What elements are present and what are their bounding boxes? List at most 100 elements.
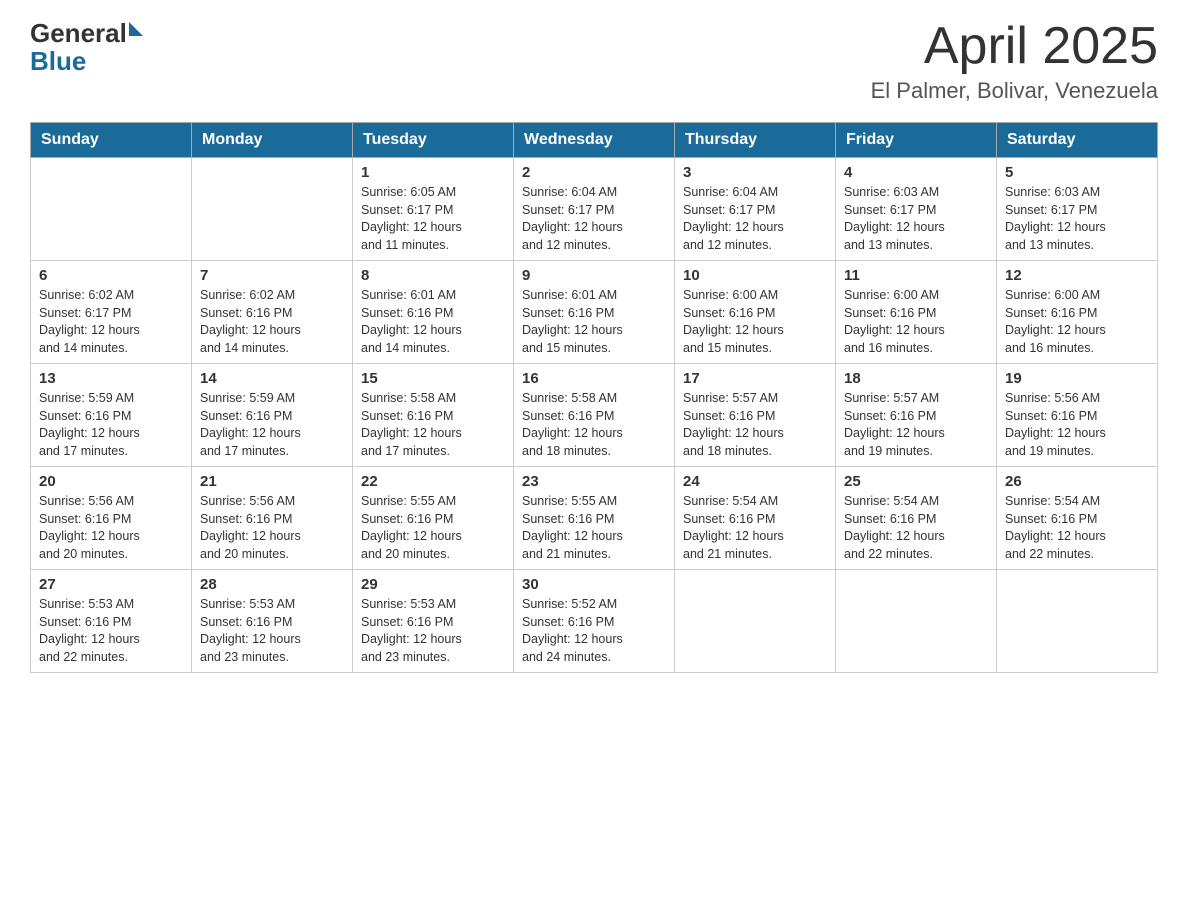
calendar-week-row: 27 Sunrise: 5:53 AM Sunset: 6:16 PM Dayli… <box>31 570 1158 673</box>
table-row: 13 Sunrise: 5:59 AM Sunset: 6:16 PM Dayli… <box>31 364 192 467</box>
calendar-week-row: 20Sunrise: 5:56 AM Sunset: 6:16 PM Dayli… <box>31 467 1158 570</box>
col-friday: Friday <box>836 123 997 158</box>
table-row: 16 Sunrise: 5:58 AM Sunset: 6:16 PM Dayli… <box>514 364 675 467</box>
day-info: Sunrise: 5:55 AM Sunset: 6:16 PM Dayligh… <box>361 493 505 563</box>
day-number: 20 <box>39 473 183 490</box>
table-row: 20Sunrise: 5:56 AM Sunset: 6:16 PM Dayli… <box>31 467 192 570</box>
table-row: 4 Sunrise: 6:03 AM Sunset: 6:17 PM Daylig… <box>836 158 997 261</box>
day-number: 21 <box>200 473 344 490</box>
table-row: 6 Sunrise: 6:02 AM Sunset: 6:17 PM Daylig… <box>31 261 192 364</box>
day-number: 5 <box>1005 164 1149 181</box>
day-info: Sunrise: 5:58 AM Sunset: 6:16 PM Dayligh… <box>361 390 505 460</box>
logo: General Blue <box>30 20 143 74</box>
day-info: Sunrise: 6:00 AM Sunset: 6:16 PM Dayligh… <box>844 287 988 357</box>
col-saturday: Saturday <box>997 123 1158 158</box>
day-number: 6 <box>39 267 183 284</box>
day-number: 1 <box>361 164 505 181</box>
day-info: Sunrise: 5:53 AM Sunset: 6:16 PM Dayligh… <box>200 596 344 666</box>
calendar-location: El Palmer, Bolivar, Venezuela <box>871 78 1158 104</box>
day-number: 13 <box>39 370 183 387</box>
day-info: Sunrise: 6:05 AM Sunset: 6:17 PM Dayligh… <box>361 184 505 254</box>
calendar-title-block: April 2025 El Palmer, Bolivar, Venezuela <box>871 20 1158 104</box>
day-number: 16 <box>522 370 666 387</box>
day-info: Sunrise: 5:59 AM Sunset: 6:16 PM Dayligh… <box>200 390 344 460</box>
table-row: 10 Sunrise: 6:00 AM Sunset: 6:16 PM Dayli… <box>675 261 836 364</box>
day-info: Sunrise: 5:52 AM Sunset: 6:16 PM Dayligh… <box>522 596 666 666</box>
table-row: 29 Sunrise: 5:53 AM Sunset: 6:16 PM Dayli… <box>353 570 514 673</box>
table-row <box>31 158 192 261</box>
day-info: Sunrise: 6:01 AM Sunset: 6:16 PM Dayligh… <box>522 287 666 357</box>
day-number: 17 <box>683 370 827 387</box>
day-number: 29 <box>361 576 505 593</box>
day-info: Sunrise: 5:58 AM Sunset: 6:16 PM Dayligh… <box>522 390 666 460</box>
day-number: 12 <box>1005 267 1149 284</box>
day-info: Sunrise: 5:53 AM Sunset: 6:16 PM Dayligh… <box>361 596 505 666</box>
table-row: 12 Sunrise: 6:00 AM Sunset: 6:16 PM Dayli… <box>997 261 1158 364</box>
day-info: Sunrise: 5:54 AM Sunset: 6:16 PM Dayligh… <box>1005 493 1149 563</box>
day-number: 30 <box>522 576 666 593</box>
table-row: 23Sunrise: 5:55 AM Sunset: 6:16 PM Dayli… <box>514 467 675 570</box>
table-row <box>836 570 997 673</box>
table-row: 1 Sunrise: 6:05 AM Sunset: 6:17 PM Daylig… <box>353 158 514 261</box>
table-row: 21Sunrise: 5:56 AM Sunset: 6:16 PM Dayli… <box>192 467 353 570</box>
day-info: Sunrise: 5:56 AM Sunset: 6:16 PM Dayligh… <box>1005 390 1149 460</box>
day-info: Sunrise: 6:03 AM Sunset: 6:17 PM Dayligh… <box>844 184 988 254</box>
logo-blue-text: Blue <box>30 48 143 74</box>
col-monday: Monday <box>192 123 353 158</box>
table-row: 14Sunrise: 5:59 AM Sunset: 6:16 PM Dayli… <box>192 364 353 467</box>
day-number: 19 <box>1005 370 1149 387</box>
day-number: 18 <box>844 370 988 387</box>
day-number: 26 <box>1005 473 1149 490</box>
table-row: 5Sunrise: 6:03 AM Sunset: 6:17 PM Daylig… <box>997 158 1158 261</box>
day-number: 24 <box>683 473 827 490</box>
day-number: 15 <box>361 370 505 387</box>
day-number: 2 <box>522 164 666 181</box>
day-number: 23 <box>522 473 666 490</box>
day-info: Sunrise: 6:02 AM Sunset: 6:17 PM Dayligh… <box>39 287 183 357</box>
day-info: Sunrise: 6:00 AM Sunset: 6:16 PM Dayligh… <box>1005 287 1149 357</box>
day-number: 10 <box>683 267 827 284</box>
day-number: 9 <box>522 267 666 284</box>
calendar-week-row: 1 Sunrise: 6:05 AM Sunset: 6:17 PM Daylig… <box>31 158 1158 261</box>
table-row: 27 Sunrise: 5:53 AM Sunset: 6:16 PM Dayli… <box>31 570 192 673</box>
calendar-week-row: 13 Sunrise: 5:59 AM Sunset: 6:16 PM Dayli… <box>31 364 1158 467</box>
day-info: Sunrise: 5:57 AM Sunset: 6:16 PM Dayligh… <box>844 390 988 460</box>
day-number: 4 <box>844 164 988 181</box>
day-info: Sunrise: 6:04 AM Sunset: 6:17 PM Dayligh… <box>683 184 827 254</box>
table-row <box>675 570 836 673</box>
table-row: 25 Sunrise: 5:54 AM Sunset: 6:16 PM Dayli… <box>836 467 997 570</box>
day-number: 22 <box>361 473 505 490</box>
day-number: 3 <box>683 164 827 181</box>
col-tuesday: Tuesday <box>353 123 514 158</box>
day-info: Sunrise: 6:01 AM Sunset: 6:16 PM Dayligh… <box>361 287 505 357</box>
logo-general-text: General <box>30 20 127 46</box>
calendar-header-row: Sunday Monday Tuesday Wednesday Thursday… <box>31 123 1158 158</box>
day-info: Sunrise: 6:02 AM Sunset: 6:16 PM Dayligh… <box>200 287 344 357</box>
day-number: 8 <box>361 267 505 284</box>
day-number: 28 <box>200 576 344 593</box>
day-info: Sunrise: 5:59 AM Sunset: 6:16 PM Dayligh… <box>39 390 183 460</box>
day-info: Sunrise: 5:54 AM Sunset: 6:16 PM Dayligh… <box>683 493 827 563</box>
day-number: 27 <box>39 576 183 593</box>
table-row: 28 Sunrise: 5:53 AM Sunset: 6:16 PM Dayli… <box>192 570 353 673</box>
day-number: 11 <box>844 267 988 284</box>
table-row <box>192 158 353 261</box>
table-row: 11 Sunrise: 6:00 AM Sunset: 6:16 PM Dayli… <box>836 261 997 364</box>
day-info: Sunrise: 5:54 AM Sunset: 6:16 PM Dayligh… <box>844 493 988 563</box>
table-row: 26 Sunrise: 5:54 AM Sunset: 6:16 PM Dayli… <box>997 467 1158 570</box>
calendar-week-row: 6 Sunrise: 6:02 AM Sunset: 6:17 PM Daylig… <box>31 261 1158 364</box>
table-row: 18 Sunrise: 5:57 AM Sunset: 6:16 PM Dayli… <box>836 364 997 467</box>
calendar-month-year: April 2025 <box>871 20 1158 72</box>
table-row: 15 Sunrise: 5:58 AM Sunset: 6:16 PM Dayli… <box>353 364 514 467</box>
table-row: 30 Sunrise: 5:52 AM Sunset: 6:16 PM Dayli… <box>514 570 675 673</box>
day-number: 7 <box>200 267 344 284</box>
table-row <box>997 570 1158 673</box>
day-info: Sunrise: 5:53 AM Sunset: 6:16 PM Dayligh… <box>39 596 183 666</box>
day-number: 25 <box>844 473 988 490</box>
day-info: Sunrise: 6:04 AM Sunset: 6:17 PM Dayligh… <box>522 184 666 254</box>
logo-arrow-icon <box>129 22 143 36</box>
calendar-table: Sunday Monday Tuesday Wednesday Thursday… <box>30 122 1158 673</box>
day-info: Sunrise: 6:00 AM Sunset: 6:16 PM Dayligh… <box>683 287 827 357</box>
table-row: 3 Sunrise: 6:04 AM Sunset: 6:17 PM Daylig… <box>675 158 836 261</box>
page-header: General Blue April 2025 El Palmer, Boliv… <box>30 20 1158 104</box>
